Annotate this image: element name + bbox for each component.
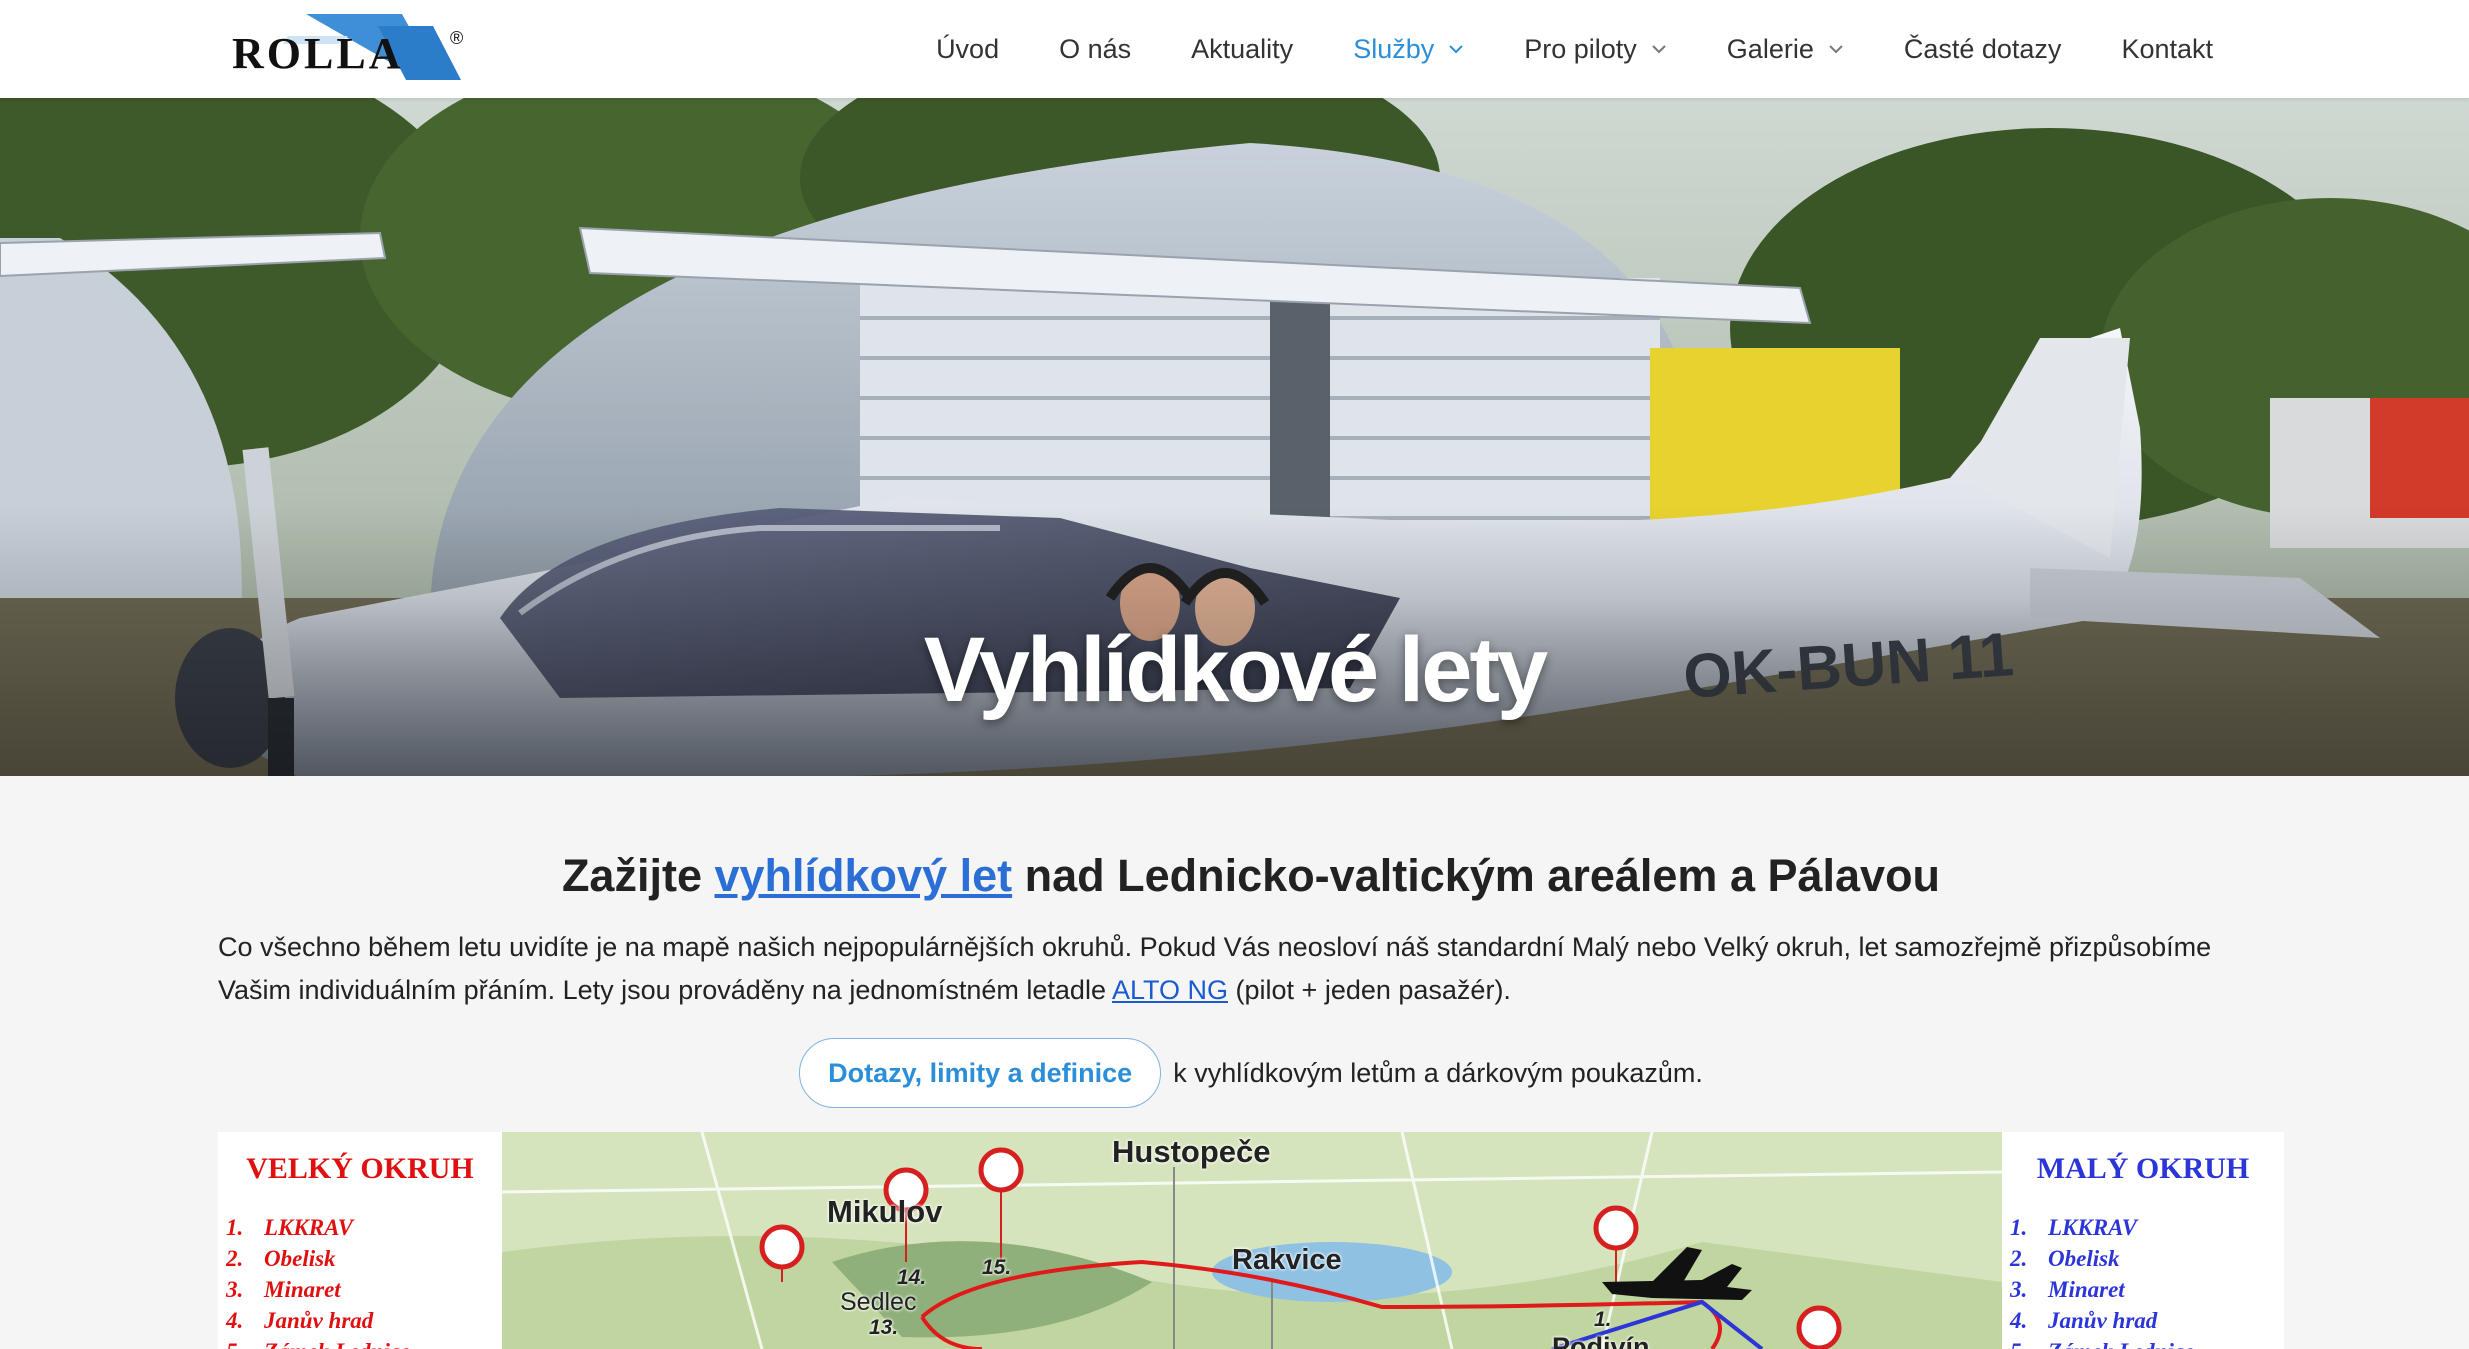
chevron-down-icon bbox=[1449, 45, 1463, 54]
item-number: 2. bbox=[2010, 1246, 2028, 1271]
nav-item-kontakt[interactable]: Kontakt bbox=[2121, 34, 2213, 65]
item-number: 1. bbox=[226, 1215, 244, 1240]
intro-text-part2: (pilot + jeden pasažér). bbox=[1235, 975, 1511, 1005]
page-headline: Zažijte vyhlídkový let nad Lednicko-valt… bbox=[218, 850, 2284, 902]
list-item: 2. Obelisk bbox=[2010, 1243, 2194, 1274]
nav-item-o-nas[interactable]: O nás bbox=[1059, 34, 1131, 65]
big-route-title: VELKÝ OKRUH bbox=[246, 1152, 474, 1185]
cta-suffix-text: k vyhlídkovým letům a dárkovým poukazům. bbox=[1173, 1057, 1703, 1088]
route-map: VELKÝ OKRUH 1. LKKRAV 2. Obelisk 3. Minaret… bbox=[218, 1132, 2284, 1349]
nav-item-aktuality[interactable]: Aktuality bbox=[1191, 34, 1293, 65]
cta-row: Dotazy, limity a definice k vyhlídkovým … bbox=[218, 1038, 2284, 1108]
item-label: Obelisk bbox=[264, 1246, 336, 1271]
map-pin-icon bbox=[1796, 1305, 1842, 1349]
item-number: 4. bbox=[2010, 1308, 2028, 1333]
nav-item-pro-piloty[interactable]: Pro piloty bbox=[1524, 34, 1667, 65]
item-number: 4. bbox=[226, 1308, 244, 1333]
item-label: Minaret bbox=[2048, 1277, 2125, 1302]
small-route-list: 1. LKKRAV 2. Obelisk 3. Minaret 4. Janův hra… bbox=[2010, 1212, 2194, 1349]
rolla-logo[interactable]: ROLLA ® bbox=[228, 10, 488, 82]
hero-banner: OK-BUN 11 Vyhlídkové lety bbox=[0, 98, 2469, 776]
headline-suffix: nad Lednicko-valtickým areálem a Pálavou bbox=[1024, 850, 1941, 901]
item-number: 2. bbox=[226, 1246, 244, 1271]
faq-limits-button[interactable]: Dotazy, limity a definice bbox=[799, 1038, 1162, 1108]
alto-ng-link[interactable]: ALTO NG bbox=[1112, 975, 1228, 1005]
headline-prefix: Zažijte bbox=[561, 850, 702, 901]
item-label: Minaret bbox=[264, 1277, 341, 1302]
nav-label: Pro piloty bbox=[1524, 33, 1637, 64]
nav-item-uvod[interactable]: Úvod bbox=[936, 34, 999, 65]
list-item: 5.Zámek Lednice bbox=[226, 1336, 410, 1349]
list-item: 5.Zámek Lednice bbox=[2010, 1336, 2194, 1349]
logo-text: ROLLA bbox=[232, 29, 404, 78]
big-route-list: 1. LKKRAV 2. Obelisk 3. Minaret 4. Janův hra… bbox=[226, 1212, 410, 1349]
map-label-rakvice: Rakvice bbox=[1232, 1244, 1342, 1276]
small-route-legend: MALÝ OKRUH 1. LKKRAV 2. Obelisk 3. Minaret … bbox=[2002, 1132, 2284, 1349]
waypoint-number: 1. bbox=[1594, 1308, 1612, 1331]
item-number: 5. bbox=[226, 1336, 264, 1349]
item-number: 3. bbox=[226, 1277, 244, 1302]
item-number: 5. bbox=[2010, 1336, 2048, 1349]
big-route-legend: VELKÝ OKRUH 1. LKKRAV 2. Obelisk 3. Minaret… bbox=[218, 1132, 502, 1349]
map-label-mikulov: Mikulov bbox=[827, 1194, 943, 1229]
map-view[interactable]: Hustopeče Mikulov Rakvice Sedlec Podivín… bbox=[502, 1132, 2002, 1349]
map-label-podivin: Podivín bbox=[1552, 1332, 1650, 1349]
waypoint-number: 14. bbox=[897, 1266, 927, 1289]
nav-label: O nás bbox=[1059, 33, 1132, 64]
nav-label: Úvod bbox=[936, 33, 1000, 64]
hero-title: Vyhlídkové lety bbox=[923, 619, 1548, 721]
item-label: Janův hrad bbox=[264, 1308, 374, 1333]
list-item: 4. Janův hrad bbox=[226, 1305, 410, 1336]
headline-link[interactable]: vyhlídkový let bbox=[715, 850, 1013, 901]
item-label: Obelisk bbox=[2048, 1246, 2120, 1271]
item-label: LKKRAV bbox=[264, 1215, 354, 1240]
chevron-down-icon bbox=[1652, 45, 1666, 54]
main-nav: Úvod O nás Aktuality Služby Pro piloty G… bbox=[876, 0, 2213, 98]
map-label-sedlec: Sedlec bbox=[840, 1288, 917, 1316]
list-item: 1. LKKRAV bbox=[2010, 1212, 2194, 1243]
site-header: ROLLA ® Úvod O nás Aktuality Služby Pro … bbox=[0, 0, 2469, 98]
waypoint-number: 13. bbox=[869, 1316, 899, 1339]
nav-label: Služby bbox=[1353, 33, 1435, 64]
item-number: 3. bbox=[2010, 1277, 2028, 1302]
registered-mark: ® bbox=[450, 28, 464, 48]
small-route-title: MALÝ OKRUH bbox=[2036, 1152, 2250, 1185]
nav-item-sluzby[interactable]: Služby bbox=[1353, 34, 1464, 65]
map-label-hustopece: Hustopeče bbox=[1112, 1134, 1271, 1169]
list-item: 3. Minaret bbox=[2010, 1274, 2194, 1305]
list-item: 4. Janův hrad bbox=[2010, 1305, 2194, 1336]
nav-label: Časté dotazy bbox=[1903, 33, 2062, 64]
item-label: Zámek Lednice bbox=[2048, 1339, 2194, 1349]
item-label: Zámek Lednice bbox=[264, 1339, 410, 1349]
nav-label: Kontakt bbox=[2121, 33, 2213, 64]
nav-label: Aktuality bbox=[1191, 33, 1294, 64]
waypoint-number: 15. bbox=[982, 1256, 1012, 1279]
nav-item-caste-dotazy[interactable]: Časté dotazy bbox=[1904, 34, 2062, 65]
list-item: 2. Obelisk bbox=[226, 1243, 410, 1274]
item-number: 1. bbox=[2010, 1215, 2028, 1240]
nav-label: Galerie bbox=[1726, 33, 1814, 64]
list-item: 1. LKKRAV bbox=[226, 1212, 410, 1243]
item-label: Janův hrad bbox=[2048, 1308, 2158, 1333]
nav-item-galerie[interactable]: Galerie bbox=[1727, 34, 1844, 65]
list-item: 3. Minaret bbox=[226, 1274, 410, 1305]
intro-paragraph: Co všechno během letu uvidíte je na mapě… bbox=[218, 926, 2284, 1012]
item-label: LKKRAV bbox=[2048, 1215, 2138, 1240]
chevron-down-icon bbox=[1829, 45, 1843, 54]
